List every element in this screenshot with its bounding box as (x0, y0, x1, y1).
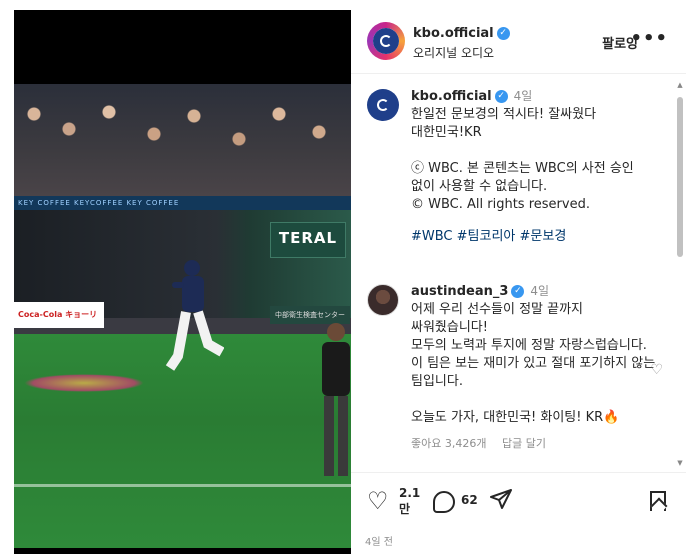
kbo-logo-small (370, 92, 396, 118)
reply-button[interactable]: 답글 달기 (502, 437, 546, 450)
video-crowd (14, 84, 351, 196)
scroll-up-icon[interactable]: ▲ (676, 81, 684, 89)
verified-icon: ✓ (511, 285, 525, 298)
video-field-logo (24, 374, 144, 392)
post-username[interactable]: kbo.official ✓ (413, 26, 510, 41)
share-icon[interactable] (489, 487, 513, 517)
video-teral-sign: TERAL (270, 222, 346, 258)
caption-avatar[interactable] (367, 89, 399, 121)
heart-icon[interactable]: ♡ (367, 487, 389, 515)
caption-username[interactable]: kbo.official (411, 89, 492, 104)
video-banner: KEY COFFEE KEYCOFFEE KEY COFFEE (14, 196, 351, 210)
caption-text: 한일전 문보경의 적시타! 잘싸웠다 대한민국!KR ⓒ WBC. 본 콘텐츠는… (411, 107, 634, 212)
verified-icon: ✓ (494, 90, 508, 103)
bookmark-icon[interactable] (650, 491, 666, 517)
like-count[interactable]: 2.1만 (399, 485, 420, 517)
post-header: kbo.official ✓ 오리지널 오디오 팔로잉 ••• (351, 10, 686, 74)
video-runner (165, 260, 224, 371)
comments-panel[interactable]: kbo.official ✓ 4일 한일전 문보경의 적시타! 잘싸웠다 대한민국!… (351, 75, 686, 472)
caption-hashtags[interactable]: #WBC #팀코리아 #문보경 (411, 228, 659, 246)
commenter-avatar[interactable] (367, 284, 399, 316)
video-field-line (14, 484, 351, 487)
caption-time[interactable]: 4일 (514, 89, 533, 103)
caption-body: kbo.official ✓ 4일 한일전 문보경의 적시타! 잘싸웠다 대한민국!… (411, 87, 659, 246)
comment-block: austindean_3 ✓ 4일 어제 우리 선수들이 정말 끝까지 싸워줬습니다… (367, 282, 663, 472)
post-modal: KEY COFFEE KEYCOFFEE KEY COFFEE TERAL Co… (14, 10, 686, 554)
video-umpire (322, 323, 350, 476)
comment-text: 어제 우리 선수들이 정말 끝까지 싸워줬습니다! 모두의 노력과 투지에 정말… (411, 302, 656, 425)
post-media[interactable]: KEY COFFEE KEYCOFFEE KEY COFFEE TERAL Co… (14, 10, 351, 554)
comments-scrollbar[interactable]: ▲ ▼ (676, 81, 684, 467)
post-date[interactable]: 4일 전 (365, 533, 393, 548)
post-actions: ♡ 2.1만 62 4일 전 (351, 472, 686, 554)
comment-icon[interactable] (433, 491, 455, 519)
scroll-down-icon[interactable]: ▼ (676, 459, 684, 467)
kbo-logo (373, 28, 399, 54)
comment-meta: 좋아요 3,426개 답글 달기 (411, 435, 659, 453)
comment-time[interactable]: 4일 (530, 284, 549, 298)
verified-icon: ✓ (496, 27, 510, 40)
scroll-thumb[interactable] (677, 97, 683, 257)
more-icon[interactable]: ••• (630, 28, 668, 49)
video-player[interactable]: KEY COFFEE KEYCOFFEE KEY COFFEE TERAL Co… (14, 84, 351, 548)
comment-body: austindean_3 ✓ 4일 어제 우리 선수들이 정말 끝까지 싸워줬습니다… (411, 282, 659, 453)
audio-label[interactable]: 오리지널 오디오 (413, 44, 494, 61)
post-username-text[interactable]: kbo.official (413, 26, 494, 41)
comment-username[interactable]: austindean_3 (411, 284, 508, 299)
video-ad-left: Coca-Cola キョーリン製薬 (14, 302, 104, 345)
kbo-avatar[interactable] (367, 22, 405, 60)
comment-like-icon[interactable]: ♡ (650, 362, 663, 378)
comment-likes[interactable]: 좋아요 3,426개 (411, 437, 486, 450)
caption-block: kbo.official ✓ 4일 한일전 문보경의 적시타! 잘싸웠다 대한민국!… (367, 87, 657, 267)
comment-count[interactable]: 62 (461, 493, 478, 507)
